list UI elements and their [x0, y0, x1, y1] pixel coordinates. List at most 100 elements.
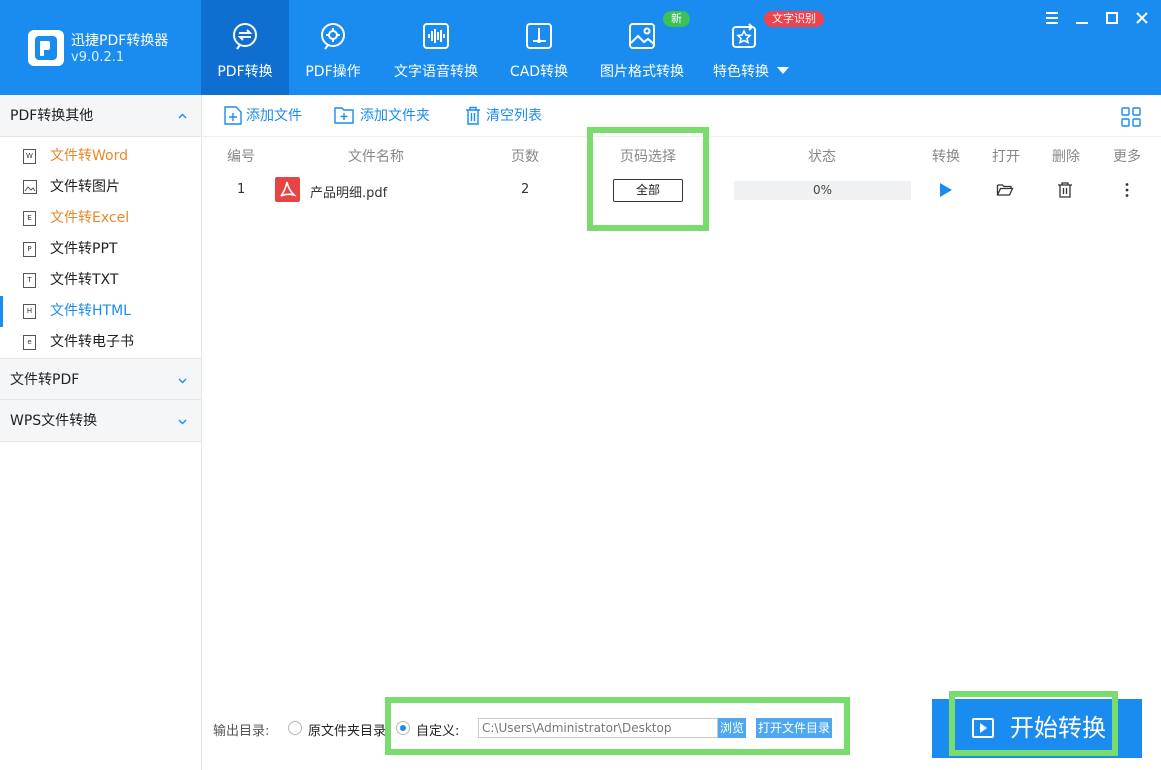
sidebar-item-label: 文件转电子书: [50, 334, 134, 350]
add-file-icon: [224, 106, 242, 125]
sidebar-item-label: 文件转PPT: [50, 241, 118, 257]
sidebar-item-ppt[interactable]: P 文件转PPT: [0, 234, 201, 265]
pdf-operate-icon: [321, 23, 345, 50]
sidebar-item-image[interactable]: 文件转图片: [0, 172, 201, 203]
clear-list-button[interactable]: 清空列表: [465, 105, 555, 127]
html-doc-icon: H: [23, 304, 36, 319]
pdf-convert-icon: [233, 23, 257, 50]
toolbar: 添加文件 添加文件夹 清空列表: [203, 95, 1161, 137]
tab-cad-convert[interactable]: CAD转换: [495, 0, 583, 95]
row-file-name: 产品明细.pdf: [310, 186, 388, 201]
chevron-down-icon: [178, 419, 187, 425]
more-icon[interactable]: [1118, 181, 1136, 199]
excel-doc-icon: E: [23, 211, 36, 226]
open-folder-icon[interactable]: [996, 181, 1014, 199]
section-label: PDF转换其他: [10, 108, 94, 124]
audio-wave-icon: [423, 23, 449, 49]
tab-label: 文字语音转换: [394, 64, 478, 80]
row-num: 1: [237, 182, 246, 197]
radio-custom-folder[interactable]: [396, 721, 410, 735]
col-header-delete: 删除: [1052, 149, 1080, 165]
col-header-range: 页码选择: [620, 149, 676, 165]
tab-label: 图片格式转换: [600, 64, 684, 80]
page-range-button[interactable]: 全部: [613, 179, 683, 202]
section-label: 文件转PDF: [10, 372, 80, 388]
tab-text-speech[interactable]: 文字语音转换: [377, 0, 495, 95]
maximize-icon[interactable]: [1102, 8, 1122, 28]
col-header-pages: 页数: [511, 149, 539, 165]
add-file-button[interactable]: 添加文件: [224, 105, 324, 127]
dropdown-caret-icon: [777, 67, 789, 74]
trash-icon: [466, 106, 480, 125]
output-path-field[interactable]: C:\Users\Administrator\Desktop: [478, 718, 718, 738]
col-header-num: 编号: [227, 149, 255, 165]
menu-icon[interactable]: [1042, 8, 1062, 28]
close-icon[interactable]: [1132, 8, 1152, 28]
col-header-more: 更多: [1113, 149, 1141, 165]
play-square-icon: [972, 718, 994, 738]
app-name: 迅捷PDF转换器: [71, 33, 169, 49]
open-dir-button[interactable]: 打开文件目录: [756, 718, 832, 738]
app-logo-icon: [28, 30, 64, 66]
app-header: 迅捷PDF转换器 v9.0.2.1 PDF转换 PDF操作 文字语音转换 CAD…: [0, 0, 1161, 95]
row-pages: 2: [521, 182, 530, 197]
ppt-doc-icon: P: [23, 242, 36, 257]
chevron-up-icon: [178, 113, 187, 119]
sidebar-item-label: 文件转HTML: [50, 303, 131, 319]
tab-label: 特色转换: [713, 64, 769, 80]
start-convert-button[interactable]: 开始转换: [932, 699, 1142, 758]
ocr-badge: 文字识别: [764, 11, 824, 27]
sidebar-item-label: 文件转图片: [50, 179, 120, 195]
start-convert-label: 开始转换: [1010, 714, 1106, 742]
sidebar-section-file-to-pdf[interactable]: 文件转PDF: [0, 358, 201, 400]
grid-view-icon[interactable]: [1121, 107, 1141, 127]
sidebar-item-label: 文件转Word: [50, 148, 128, 164]
word-doc-icon: W: [23, 149, 36, 164]
section-label: WPS文件转换: [10, 413, 98, 429]
radio-original-folder[interactable]: [288, 721, 302, 735]
sidebar-section-pdf-convert-other[interactable]: PDF转换其他: [0, 95, 201, 137]
sidebar-item-list: W 文件转Word 文件转图片 E 文件转Excel P 文件转PPT T 文件…: [0, 137, 201, 358]
delete-icon[interactable]: [1056, 181, 1074, 199]
col-header-status: 状态: [808, 149, 836, 165]
sidebar-item-ebook[interactable]: e 文件转电子书: [0, 327, 201, 358]
progress-bar: 0%: [734, 181, 911, 200]
tab-pdf-convert[interactable]: PDF转换: [201, 0, 289, 95]
image-icon: [629, 23, 655, 49]
txt-doc-icon: T: [23, 273, 36, 288]
tab-label-wrap: 特色转换: [701, 61, 801, 81]
output-dir-label: 输出目录:: [213, 724, 270, 739]
minimize-icon[interactable]: [1072, 8, 1092, 28]
col-header-convert: 转换: [932, 149, 960, 165]
browse-button[interactable]: 浏览: [718, 718, 746, 738]
radio-original-folder-label[interactable]: 原文件夹目录: [308, 720, 386, 739]
sidebar-section-wps[interactable]: WPS文件转换: [0, 400, 201, 442]
tab-label: CAD转换: [509, 64, 569, 80]
chevron-down-icon: [178, 378, 187, 384]
sidebar: PDF转换其他 W 文件转Word 文件转图片 E 文件转Excel P 文件转…: [0, 95, 202, 770]
radio-custom-folder-label[interactable]: 自定义:: [416, 720, 459, 739]
col-header-open: 打开: [992, 149, 1020, 165]
pdf-file-icon: [275, 177, 300, 202]
cad-icon: [526, 23, 552, 49]
sidebar-item-excel[interactable]: E 文件转Excel: [0, 203, 201, 234]
new-badge: 新: [663, 11, 690, 27]
sidebar-item-word[interactable]: W 文件转Word: [0, 141, 201, 172]
play-icon[interactable]: [937, 181, 955, 199]
add-file-label: 添加文件: [246, 108, 302, 124]
add-folder-button[interactable]: 添加文件夹: [334, 105, 444, 127]
tab-pdf-operate[interactable]: PDF操作: [289, 0, 377, 95]
ebook-doc-icon: e: [23, 335, 36, 350]
feature-icon: [732, 23, 756, 48]
sidebar-item-label: 文件转Excel: [50, 210, 130, 226]
image-doc-icon: [23, 180, 37, 194]
sidebar-item-label: 文件转TXT: [50, 272, 119, 288]
col-header-name: 文件名称: [348, 149, 404, 165]
clear-list-label: 清空列表: [486, 108, 542, 124]
add-folder-label: 添加文件夹: [360, 108, 430, 124]
sidebar-item-html[interactable]: H 文件转HTML: [0, 296, 201, 327]
progress-text: 0%: [812, 183, 833, 197]
tab-label: PDF操作: [305, 64, 361, 80]
sidebar-item-txt[interactable]: T 文件转TXT: [0, 265, 201, 296]
tab-label: PDF转换: [217, 64, 273, 80]
